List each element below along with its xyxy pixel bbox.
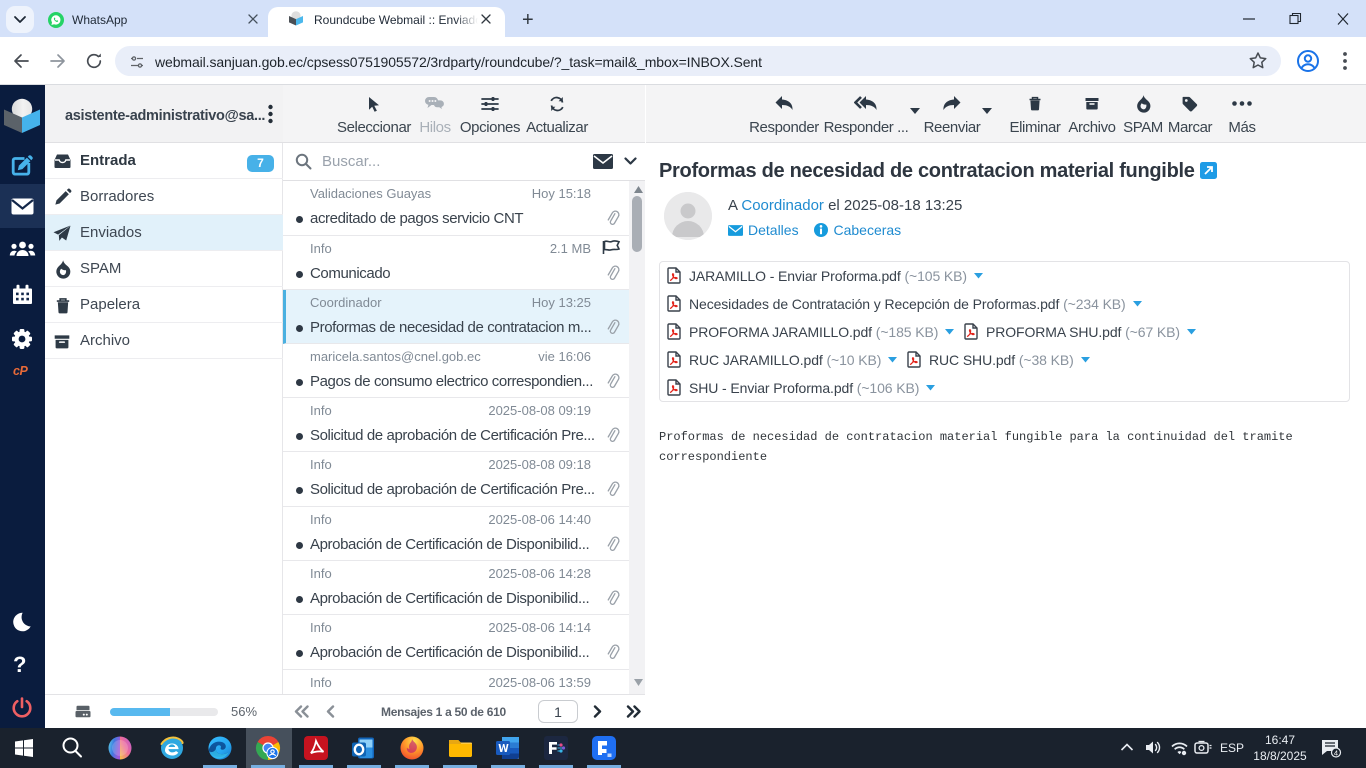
svg-text:4: 4 bbox=[1334, 749, 1338, 758]
